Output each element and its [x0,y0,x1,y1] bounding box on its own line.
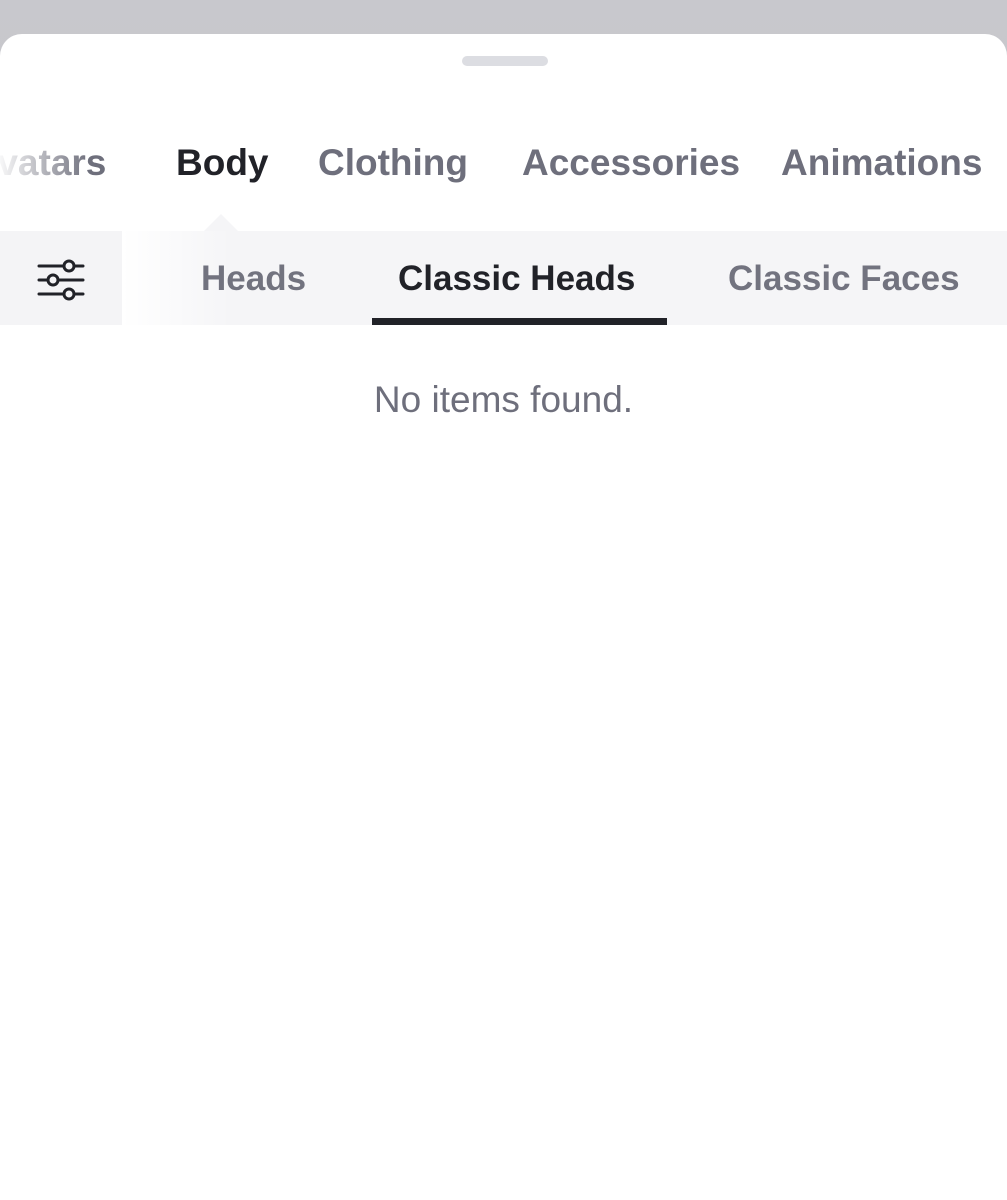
active-tab-pointer [203,214,239,232]
category-tab-bar: Avatars Body Clothing Accessories Animat… [0,104,1007,216]
tab-accessories[interactable]: Accessories [522,140,740,186]
sub-tab-classic-faces[interactable]: Classic Faces [728,257,960,301]
drag-handle[interactable] [462,56,548,66]
filter-button[interactable] [0,231,122,325]
tab-avatars[interactable]: Avatars [0,140,106,186]
empty-state-message: No items found. [373,379,634,420]
tab-clothing[interactable]: Clothing [318,140,468,186]
sub-tab-bar: Heads Classic Heads Classic Faces [0,231,1007,325]
active-sub-tab-underline [372,318,667,325]
tab-body[interactable]: Body [176,140,269,186]
bottom-sheet: Avatars Body Clothing Accessories Animat… [0,34,1007,1200]
sub-tab-heads[interactable]: Heads [201,257,306,301]
tab-animations[interactable]: Animations [781,140,982,186]
sliders-icon [37,259,85,301]
sub-tab-classic-heads[interactable]: Classic Heads [398,257,635,301]
